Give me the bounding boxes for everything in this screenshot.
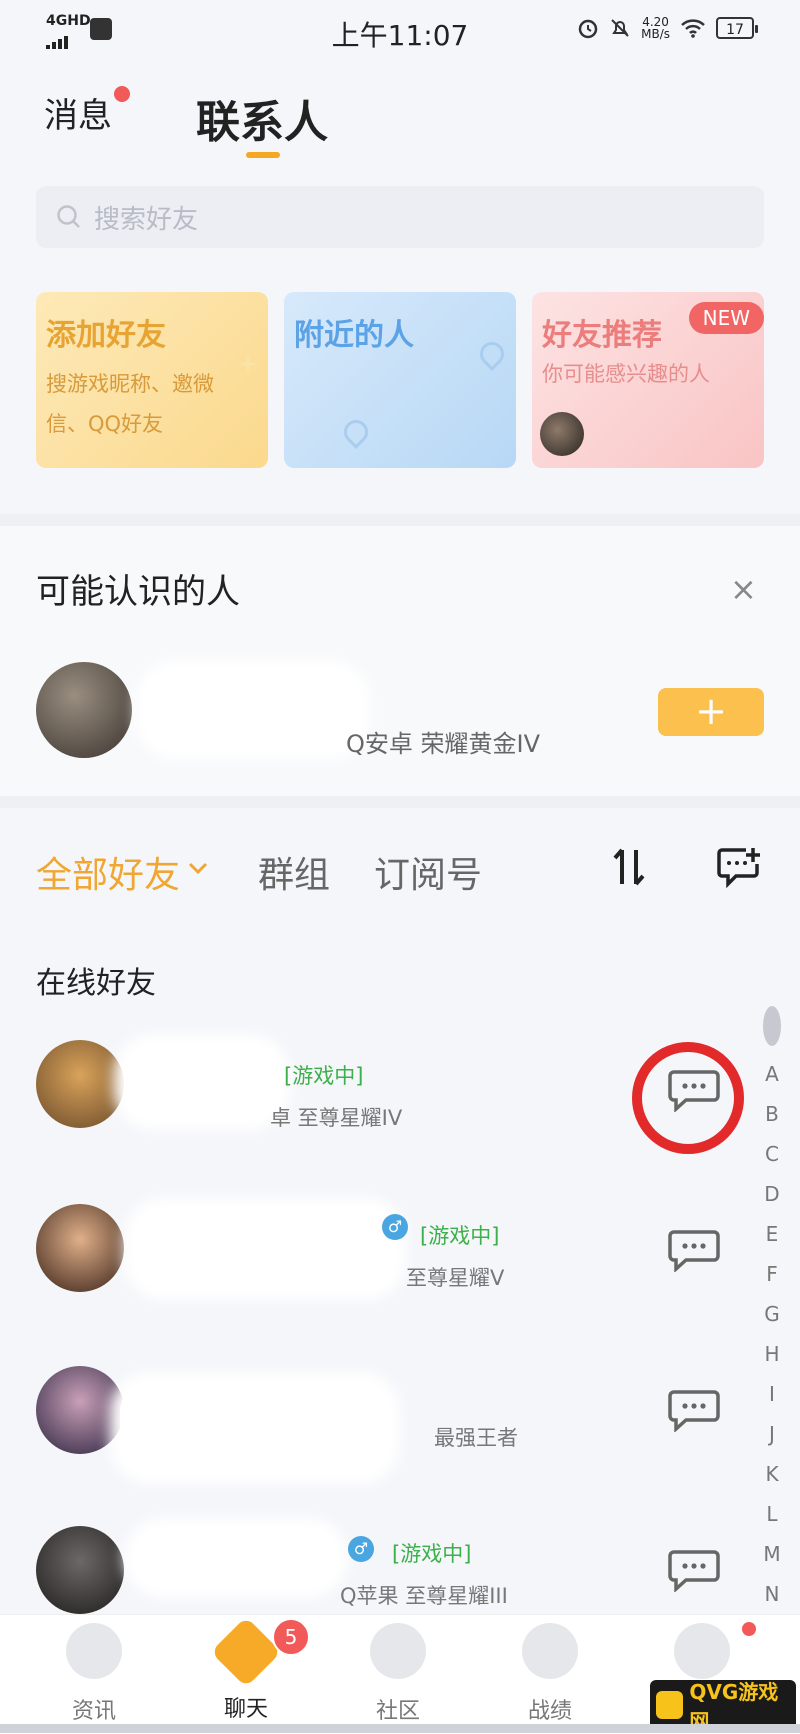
list-item[interactable]: ♂ [游戏中] 至尊星耀V [0, 1200, 800, 1350]
notification-dot [742, 1622, 756, 1636]
add-friend-button[interactable]: + [658, 688, 764, 736]
redacted-name [146, 670, 360, 750]
friend-recommend-card[interactable]: 好友推荐 NEW 你可能感兴趣的人 [532, 292, 764, 468]
nav-news[interactable]: 资讯 [34, 1623, 154, 1725]
net-speed-unit: MB/s [641, 27, 670, 41]
sort-icon[interactable] [612, 846, 646, 897]
male-icon: ♂ [382, 1214, 408, 1240]
location-pin-icon [339, 415, 373, 449]
index-letter[interactable]: N [752, 1574, 792, 1614]
home-indicator[interactable] [0, 1724, 800, 1733]
search-input[interactable]: 搜索好友 [36, 186, 764, 248]
community-icon [370, 1623, 426, 1679]
avatar [36, 1366, 124, 1454]
crossed-swords-icon [522, 1623, 578, 1679]
highlight-circle [632, 1042, 744, 1154]
search-icon [57, 205, 80, 228]
nav-community[interactable]: 社区 [338, 1623, 458, 1725]
watermark-icon [656, 1691, 684, 1719]
recommend-title: 好友推荐 [542, 318, 662, 353]
game-status: [游戏中] [284, 1064, 364, 1088]
redacted-name [120, 1382, 390, 1474]
nav-label: 战绩 [527, 1699, 572, 1724]
chat-bubble-icon [210, 1616, 282, 1688]
divider [0, 514, 800, 526]
index-letter[interactable]: C [752, 1134, 792, 1174]
index-letter[interactable]: I [752, 1374, 792, 1414]
index-letter[interactable]: J [752, 1414, 792, 1454]
net-speed: 4.20 MB/s [641, 16, 670, 40]
avatar [540, 412, 584, 456]
sparkle-icon [238, 354, 258, 374]
index-letter[interactable]: A [752, 1054, 792, 1094]
location-pin-icon [475, 337, 509, 371]
avatar [36, 1526, 124, 1614]
index-letter[interactable]: H [752, 1334, 792, 1374]
search-placeholder: 搜索好友 [94, 204, 199, 235]
index-letter[interactable]: L [752, 1494, 792, 1534]
section-title: 在线好友 [36, 966, 156, 1001]
add-friend-card[interactable]: 添加好友 搜游戏昵称、邀微信、QQ好友 [36, 292, 268, 468]
tab-contacts[interactable]: 联系人 [196, 86, 328, 150]
profile-icon [674, 1623, 730, 1679]
unread-dot [114, 86, 130, 102]
nav-label: 聊天 [223, 1697, 268, 1722]
avatar [36, 1204, 124, 1292]
wifi-icon [681, 19, 705, 38]
game-status: [游戏中] [392, 1542, 472, 1566]
index-letter[interactable]: F [752, 1254, 792, 1294]
redacted-name [134, 1208, 396, 1290]
avatar[interactable] [36, 662, 132, 758]
nearby-people-card[interactable]: 附近的人 [284, 292, 516, 468]
nav-label: 资讯 [71, 1699, 116, 1724]
close-icon[interactable]: × [730, 570, 757, 608]
new-badge: NEW [688, 302, 764, 334]
chat-icon[interactable] [668, 1550, 720, 1592]
battery-icon: 17 [716, 17, 758, 39]
game-status: [游戏中] [420, 1224, 500, 1248]
index-letter[interactable]: E [752, 1214, 792, 1254]
friend-meta: 至尊星耀V [406, 1266, 505, 1290]
alphabet-index[interactable]: A B C D E F G H I J K L M N [752, 1000, 792, 1614]
friend-meta: 卓 至尊星耀IV [270, 1106, 403, 1130]
active-tab-indicator [246, 152, 280, 158]
male-icon: ♂ [348, 1536, 374, 1562]
index-letter[interactable]: G [752, 1294, 792, 1334]
redacted-name [124, 1044, 280, 1120]
index-letter[interactable]: B [752, 1094, 792, 1134]
list-item[interactable]: 最强王者 [0, 1362, 800, 1512]
unread-badge: 5 [272, 1618, 310, 1656]
divider [0, 796, 800, 808]
nav-label: 社区 [375, 1699, 420, 1724]
chat-icon[interactable] [668, 1390, 720, 1432]
index-letter[interactable]: K [752, 1454, 792, 1494]
news-icon [66, 1623, 122, 1679]
status-bar: 4GHD 上午11:07 4.20 MB/s 17 [0, 0, 800, 62]
index-letter[interactable]: D [752, 1174, 792, 1214]
add-friend-subtitle: 搜游戏昵称、邀微信、QQ好友 [46, 372, 214, 436]
section-title: 可能认识的人 [36, 572, 240, 612]
new-chat-icon[interactable] [716, 846, 762, 892]
person-icon[interactable] [763, 1006, 781, 1046]
mute-bell-icon [611, 19, 629, 37]
index-letter[interactable]: M [752, 1534, 792, 1574]
nearby-title: 附近的人 [294, 318, 414, 353]
chat-icon[interactable] [668, 1230, 720, 1272]
status-right: 4.20 MB/s 17 [577, 16, 758, 40]
chevron-down-icon[interactable] [186, 856, 210, 886]
watermark-logo: QVG游戏网 [650, 1680, 796, 1733]
nav-records[interactable]: 战绩 [490, 1623, 610, 1725]
tab-all-friends[interactable]: 全部好友 [36, 846, 180, 898]
alarm-icon [578, 19, 598, 39]
redacted-name [134, 1528, 338, 1588]
tab-subscriptions[interactable]: 订阅号 [374, 846, 482, 898]
add-friend-title: 添加好友 [46, 318, 166, 353]
recommend-subtitle: 你可能感兴趣的人 [542, 362, 710, 386]
person-meta: Q安卓 荣耀黄金IV [346, 730, 541, 758]
friend-meta: Q苹果 至尊星耀III [340, 1584, 508, 1608]
avatar [36, 1040, 124, 1128]
tab-messages[interactable]: 消息 [44, 88, 112, 137]
friend-meta: 最强王者 [434, 1426, 518, 1450]
tab-groups[interactable]: 群组 [258, 846, 330, 898]
